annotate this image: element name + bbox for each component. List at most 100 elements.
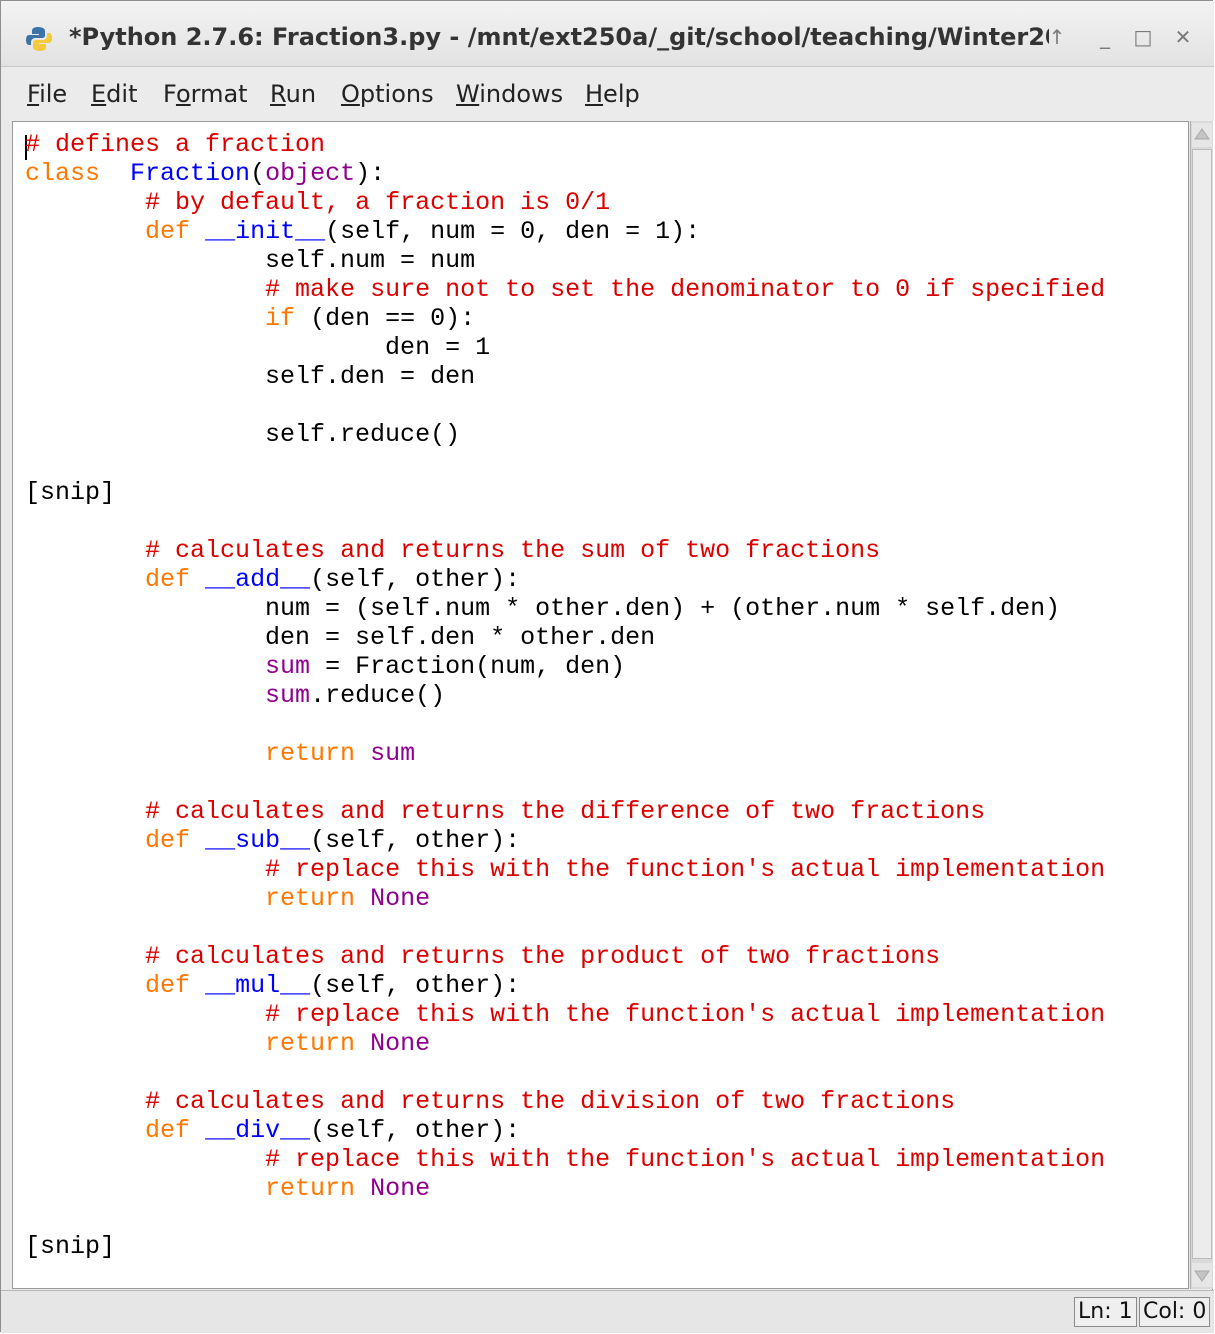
code-definition: Fraction [130,159,251,188]
code-line: self.reduce() [25,420,1105,449]
code-line: # by default, a fraction is 0/1 [25,188,1105,217]
code-line: def __init__(self, num = 0, den = 1): [25,217,1105,246]
close-icon[interactable]: ✕ [1167,21,1199,53]
code-line: [snip] [25,1232,1105,1261]
code-comment: # replace this with the function's actua… [265,855,1106,884]
code-definition: __init__ [205,217,326,246]
code-keyword: def [145,971,191,1000]
menu-file[interactable]: File [27,80,67,108]
code-comment: # replace this with the function's actua… [265,1000,1106,1029]
code-token: (self, other): [310,971,521,1000]
code-keyword: return [265,884,356,913]
window-title: *Python 2.7.6: Fraction3.py - /mnt/ext25… [69,23,1049,51]
menu-help[interactable]: Help [585,80,640,108]
minimize-icon[interactable]: _ [1089,21,1121,53]
python-app-icon [26,27,52,51]
code-builtin: None [370,1029,431,1058]
code-token: den = self.den * other.den [25,623,656,652]
code-comment: # calculates and returns the sum of two … [145,536,881,565]
code-token: .reduce() [310,681,446,710]
code-line: # replace this with the function's actua… [25,855,1105,884]
code-text[interactable]: # defines a fraction class Fraction(objec… [25,130,1105,1261]
code-comment: # by default, a fraction is 0/1 [145,188,611,217]
code-line: den = self.den * other.den [25,623,1105,652]
scroll-up-arrow-icon[interactable] [1192,123,1212,147]
vertical-scrollbar[interactable] [1190,121,1213,1289]
code-keyword: def [145,1116,191,1145]
code-line: def __add__(self, other): [25,565,1105,594]
code-token: (self, other): [310,1116,521,1145]
code-token: = Fraction(num, den) [310,652,626,681]
code-editor[interactable]: # defines a fraction class Fraction(objec… [12,121,1189,1289]
code-builtin: None [370,884,431,913]
menu-edit[interactable]: Edit [91,80,137,108]
code-comment: # make sure not to set the denominator t… [265,275,1106,304]
code-token: (self, other): [310,565,521,594]
code-token: self.den = den [25,362,476,391]
idle-editor-window: *Python 2.7.6: Fraction3.py - /mnt/ext25… [0,0,1214,1333]
code-line: return None [25,1174,1105,1203]
code-builtin: sum [370,739,416,768]
code-line: def __div__(self, other): [25,1116,1105,1145]
menu-run[interactable]: Run [270,80,316,108]
keep-above-icon[interactable]: ↑ [1041,21,1073,53]
code-comment: # defines a fraction [25,130,326,159]
code-line: return None [25,1029,1105,1058]
code-token: (den == 0): [295,304,476,333]
code-builtin: sum [265,681,311,710]
code-token: den = 1 [25,333,491,362]
code-builtin: sum [265,652,311,681]
code-line: [snip] [25,478,1105,507]
maximize-icon[interactable]: □ [1127,21,1159,53]
code-line: # calculates and returns the sum of two … [25,536,1105,565]
code-token: [snip] [25,1232,116,1261]
code-line: self.den = den [25,362,1105,391]
code-line: def __sub__(self, other): [25,826,1105,855]
code-line: # make sure not to set the denominator t… [25,275,1105,304]
column-number-indicator: Col: 0 [1139,1297,1211,1327]
menu-windows[interactable]: Windows [456,80,563,108]
code-keyword: return [265,1174,356,1203]
scrollbar-thumb[interactable] [1192,149,1212,1259]
code-line: sum.reduce() [25,681,1105,710]
title-bar[interactable]: *Python 2.7.6: Fraction3.py - /mnt/ext25… [1,1,1214,67]
code-line: num = (self.num * other.den) + (other.nu… [25,594,1105,623]
code-line: # calculates and returns the difference … [25,797,1105,826]
code-token: (self, other): [310,826,521,855]
code-line: return sum [25,739,1105,768]
code-line: # calculates and returns the division of… [25,1087,1105,1116]
code-token: ( [250,159,266,188]
code-line: class Fraction(object): [25,159,1105,188]
code-token: (self, num = 0, den = 1): [325,217,701,246]
menu-options[interactable]: Options [341,80,434,108]
code-definition: __div__ [205,1116,311,1145]
scroll-down-arrow-icon[interactable] [1192,1263,1212,1287]
code-builtin: None [370,1174,431,1203]
status-bar: Ln: 1 Col: 0 [1,1290,1214,1333]
code-builtin: object [265,159,356,188]
code-line: den = 1 [25,333,1105,362]
menu-format[interactable]: Format [163,80,248,108]
